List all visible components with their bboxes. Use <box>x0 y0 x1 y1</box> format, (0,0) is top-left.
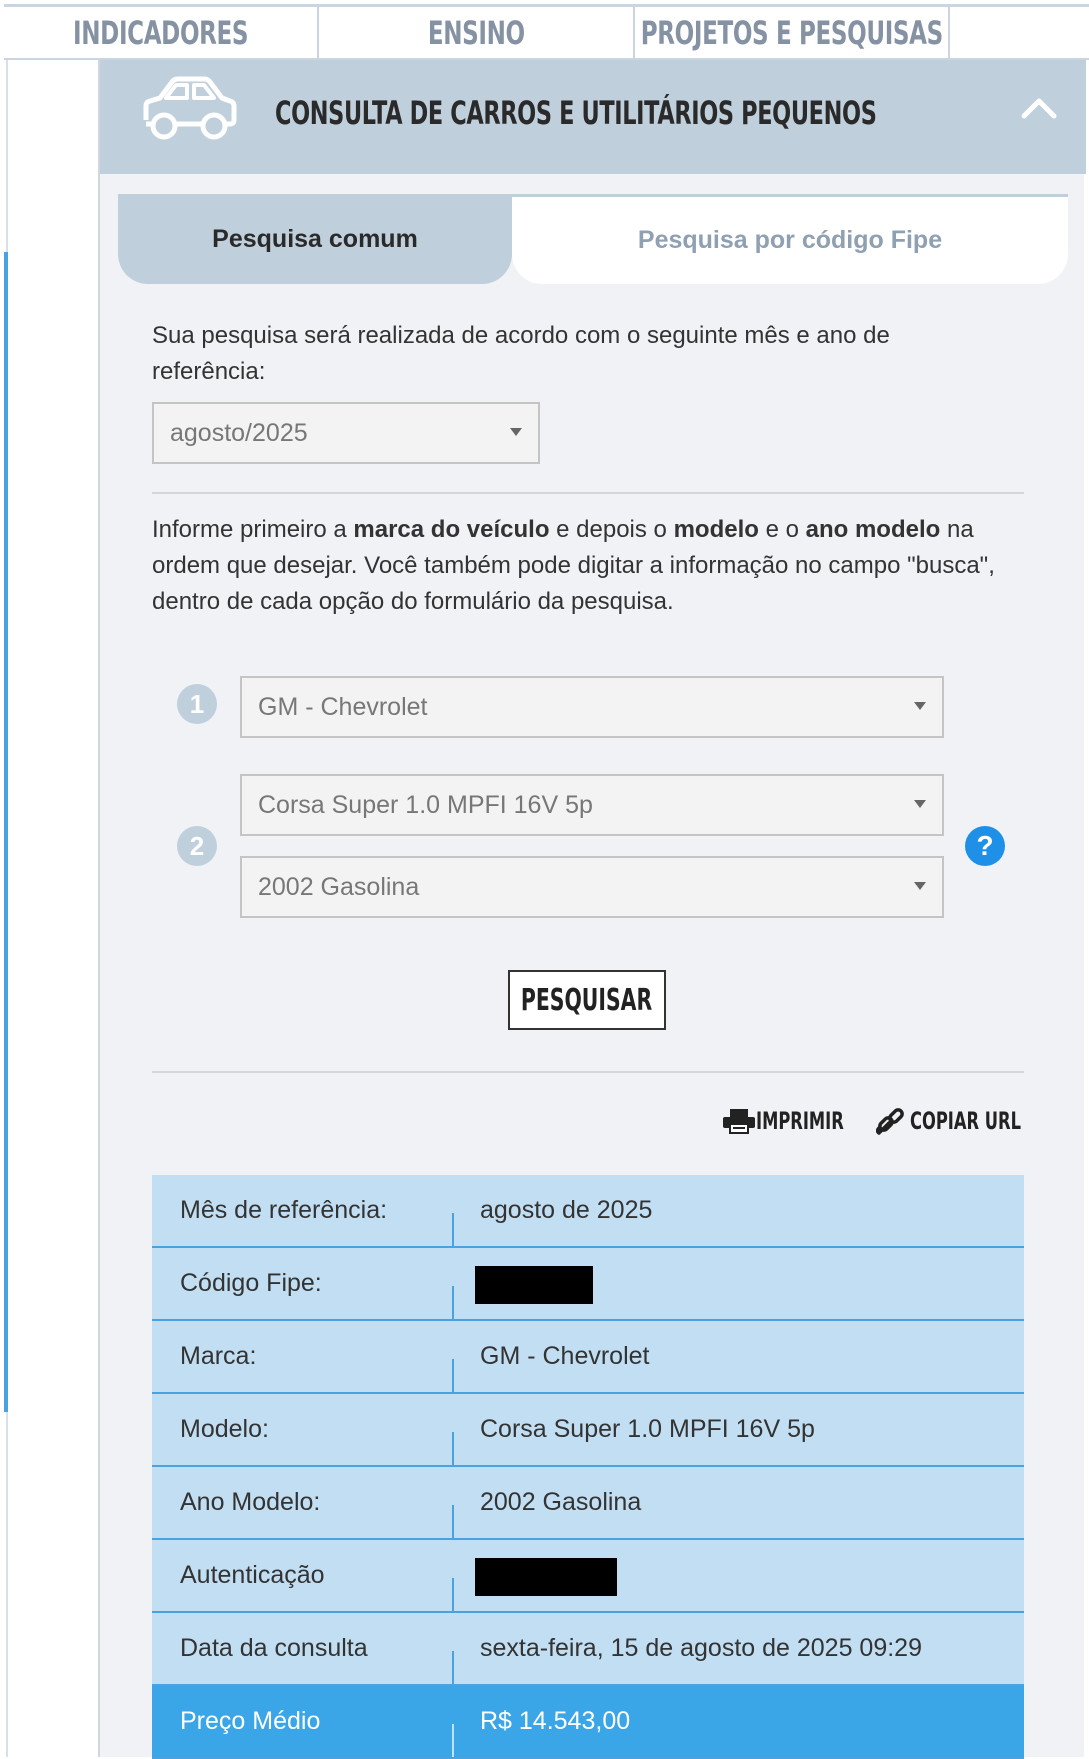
nav-cell-ensino[interactable]: ENSINO <box>319 7 635 58</box>
table-row: Marca: GM - Chevrolet <box>152 1321 1024 1394</box>
step-2-badge: 2 <box>177 826 217 866</box>
nav-cell-empty <box>950 7 1089 58</box>
row-value: GM - Chevrolet <box>480 1342 650 1370</box>
chevron-up-icon[interactable] <box>1020 94 1058 120</box>
search-tabs: Pesquisa comum Pesquisa por código Fipe <box>118 194 1068 284</box>
search-button-label: PESQUISAR <box>521 982 653 1018</box>
row-separator <box>452 1359 454 1392</box>
redacted-fipe-code <box>475 1266 593 1304</box>
row-value: agosto de 2025 <box>480 1196 653 1224</box>
brand-value: GM - Chevrolet <box>258 692 428 721</box>
chevron-down-icon <box>510 428 522 436</box>
printer-icon <box>723 1109 755 1134</box>
search-button[interactable]: PESQUISAR <box>508 970 666 1030</box>
table-row: Mês de referência: agosto de 2025 <box>152 1175 1024 1248</box>
row-label: Código Fipe: <box>180 1269 322 1297</box>
divider <box>152 1071 1024 1073</box>
reference-text: Sua pesquisa será realizada de acordo co… <box>152 322 890 385</box>
car-icon <box>143 76 237 140</box>
nav-item-projetos-e-pesquisas[interactable]: PROJETOS E PESQUISAS <box>640 7 942 58</box>
panel-header[interactable]: CONSULTA DE CARROS E UTILITÁRIOS PEQUENO… <box>100 60 1086 174</box>
instructions-part: Informe primeiro a <box>152 516 354 543</box>
row-label: Autenticação <box>180 1561 325 1589</box>
nav-cell-indicadores[interactable]: INDICADORES <box>4 7 319 58</box>
row-label: Preço Médio <box>180 1707 321 1735</box>
print-button[interactable]: IMPRIMIR <box>722 1106 885 1136</box>
nav-item-indicadores[interactable]: INDICADORES <box>73 7 248 58</box>
reference-month-select[interactable]: agosto/2025 <box>152 402 540 464</box>
top-nav: INDICADORES ENSINO PROJETOS E PESQUISAS <box>4 4 1089 60</box>
results-table: Mês de referência: agosto de 2025 Código… <box>152 1175 1024 1759</box>
table-row: Autenticação <box>152 1540 1024 1613</box>
instructions-text: Informe primeiro a marca do veículo e de… <box>152 512 1032 620</box>
row-separator <box>452 1651 454 1684</box>
row-separator <box>452 1505 454 1538</box>
model-value: Corsa Super 1.0 MPFI 16V 5p <box>258 790 593 819</box>
help-icon[interactable]: ? <box>965 826 1005 866</box>
row-label: Modelo: <box>180 1415 269 1443</box>
average-price-row: Preço Médio R$ 14.543,00 <box>152 1686 1024 1759</box>
instructions-bold-brand: marca do veículo <box>353 516 550 543</box>
row-value: Corsa Super 1.0 MPFI 16V 5p <box>480 1415 815 1443</box>
row-label: Data da consulta <box>180 1634 368 1662</box>
brand-select[interactable]: GM - Chevrolet <box>240 676 944 738</box>
table-row: Modelo: Corsa Super 1.0 MPFI 16V 5p <box>152 1394 1024 1467</box>
chevron-down-icon <box>914 882 926 890</box>
row-label: Ano Modelo: <box>180 1488 321 1516</box>
row-label: Mês de referência: <box>180 1196 388 1224</box>
reference-month-value: agosto/2025 <box>170 418 308 447</box>
copy-url-label: COPIAR URL <box>910 1107 1021 1135</box>
year-value: 2002 Gasolina <box>258 872 420 901</box>
instructions-part: e depois o <box>549 516 674 543</box>
average-price-value: R$ 14.543,00 <box>480 1707 631 1735</box>
link-icon <box>876 1108 904 1135</box>
nav-item-ensino[interactable]: ENSINO <box>428 7 525 58</box>
chevron-down-icon <box>914 800 926 808</box>
page-left-accent-stripe <box>4 252 8 1412</box>
divider <box>152 492 1024 494</box>
panel-title: CONSULTA DE CARROS E UTILITÁRIOS PEQUENO… <box>275 94 877 132</box>
table-row: Data da consulta sexta-feira, 15 de agos… <box>152 1613 1024 1686</box>
instructions-bold-model: modelo <box>673 516 759 543</box>
instructions-part: e o <box>758 516 806 543</box>
step-1-badge: 1 <box>177 684 217 724</box>
row-separator <box>452 1432 454 1465</box>
model-select[interactable]: Corsa Super 1.0 MPFI 16V 5p <box>240 774 944 836</box>
row-value: sexta-feira, 15 de agosto de 2025 09:29 <box>480 1634 922 1662</box>
copy-url-button[interactable]: COPIAR URL <box>876 1106 1073 1136</box>
row-separator <box>452 1724 454 1757</box>
row-separator <box>452 1578 454 1611</box>
table-row: Código Fipe: <box>152 1248 1024 1321</box>
row-value: 2002 Gasolina <box>480 1488 642 1516</box>
row-separator <box>452 1213 454 1246</box>
tab-pesquisa-comum[interactable]: Pesquisa comum <box>118 194 512 284</box>
nav-cell-projetos[interactable]: PROJETOS E PESQUISAS <box>635 7 950 58</box>
tab-pesquisa-codigo-fipe[interactable]: Pesquisa por código Fipe <box>512 194 1068 284</box>
redacted-authentication <box>475 1558 617 1596</box>
year-select[interactable]: 2002 Gasolina <box>240 856 944 918</box>
instructions-bold-year: ano modelo <box>805 516 941 543</box>
table-row: Ano Modelo: 2002 Gasolina <box>152 1467 1024 1540</box>
print-label: IMPRIMIR <box>756 1107 844 1135</box>
chevron-down-icon <box>914 702 926 710</box>
row-label: Marca: <box>180 1342 257 1370</box>
row-separator <box>452 1286 454 1319</box>
